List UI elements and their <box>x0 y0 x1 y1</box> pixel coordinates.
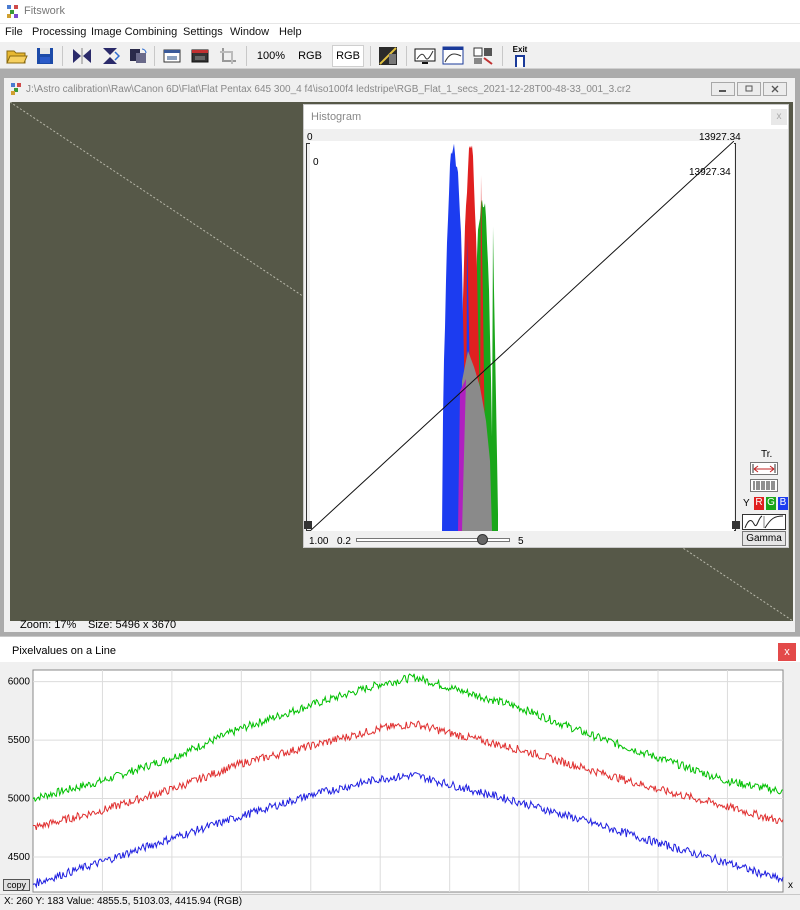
screen-stretch-button[interactable] <box>412 45 438 67</box>
curves-button[interactable] <box>376 45 400 67</box>
floppy-disk-icon <box>37 48 53 64</box>
exit-button[interactable]: Exit <box>508 45 532 67</box>
histogram-window-icon <box>442 46 464 65</box>
chart-y-tick-label: 5500 <box>8 735 31 746</box>
gamma-value: 1.00 <box>309 536 329 547</box>
monitor-icon <box>414 48 436 64</box>
restore-button[interactable] <box>737 82 761 96</box>
histogram-close-button[interactable]: x <box>771 109 787 125</box>
menu-settings[interactable]: Settings <box>183 26 223 38</box>
fitswork-logo-icon <box>7 5 18 18</box>
toolbar-separator <box>246 46 247 66</box>
channel-b-toggle[interactable]: B <box>778 497 788 510</box>
status-readout: X: 260 Y: 183 Value: 4855.5, 5103.03, 44… <box>4 896 243 907</box>
histogram-title: Histogram <box>311 111 362 123</box>
range-arrows-icon <box>752 464 776 473</box>
window-dark-icon <box>191 49 209 63</box>
gamma-button[interactable]: Gamma <box>742 531 786 546</box>
line-profile-close-button[interactable]: x <box>778 643 796 661</box>
menu-bar: File Processing Image Combining Settings… <box>0 24 800 42</box>
line-profile-chart: 5001000150020002500300035004000450050004… <box>8 669 793 908</box>
menu-window[interactable]: Window <box>230 26 269 38</box>
histogram-inner-max-label: 13927.34 <box>689 167 731 178</box>
open-button[interactable] <box>5 45 29 67</box>
toolbar-separator <box>406 46 407 66</box>
line-profile-caption: Pixelvalues on a Line x <box>0 636 800 662</box>
window-tool-2-button[interactable] <box>188 45 212 67</box>
transfer-label: Tr. <box>761 449 773 460</box>
window-image-icon <box>163 49 181 63</box>
toolbar-separator <box>502 46 503 66</box>
close-window-button[interactable] <box>763 82 787 96</box>
log-scale-button[interactable] <box>750 479 778 492</box>
zoom-100-button[interactable]: 100% <box>252 45 290 67</box>
histogram-inner-min-label: 0 <box>313 157 319 168</box>
line-profile-panel: Pixelvalues on a Line x 5001000150020002… <box>0 636 800 909</box>
app-title: Fitswork <box>24 5 65 17</box>
flip-vertical-icon <box>103 48 120 64</box>
menu-image-combining[interactable]: Image Combining <box>91 26 177 38</box>
minimize-icon <box>719 90 726 92</box>
histogram-window: Histogram x 0 13927.34 0 13927.34 1.00 0… <box>303 104 789 548</box>
restore-icon <box>745 85 753 92</box>
chart-y-tick-label: 4500 <box>8 852 31 863</box>
pixel-tool-button[interactable] <box>470 45 496 67</box>
histogram-plot[interactable] <box>309 140 735 532</box>
black-point-handle[interactable] <box>304 521 312 529</box>
app-title-bar: Fitswork <box>0 0 800 24</box>
histogram-svg <box>309 140 735 532</box>
histogram-transfer-curve <box>309 140 735 532</box>
gamma-slider-min: 0.2 <box>337 536 351 547</box>
image-statusbar: Zoom: 17% Size: 5496 x 3670 <box>4 619 795 632</box>
transfer-range-button[interactable] <box>750 462 778 475</box>
image-window-icon <box>11 83 21 95</box>
curve-shape-icon <box>744 515 784 529</box>
chart-y-tick-label: 5000 <box>8 794 31 805</box>
size-readout: Size: 5496 x 3670 <box>88 619 177 631</box>
toolbar-separator <box>370 46 371 66</box>
curves-icon <box>379 47 397 65</box>
white-point-handle[interactable] <box>732 521 740 529</box>
image-window-caption: J:\Astro calibration\Raw\Canon 6D\Flat\F… <box>4 78 795 100</box>
rotate-button[interactable] <box>126 45 150 67</box>
rotate-icon <box>130 48 147 63</box>
channel-r-toggle[interactable]: R <box>754 497 764 510</box>
status-bar: X: 260 Y: 183 Value: 4855.5, 5103.03, 44… <box>0 894 800 909</box>
rgb-button[interactable]: RGB <box>294 45 326 67</box>
zoom-readout: Zoom: 17% <box>20 619 77 631</box>
close-icon <box>771 85 779 93</box>
save-button[interactable] <box>33 45 57 67</box>
chart-y-tick-label: 6000 <box>8 677 31 688</box>
curve-mode-buttons[interactable] <box>742 514 786 530</box>
menu-help[interactable]: Help <box>279 26 302 38</box>
toolbar-separator <box>62 46 63 66</box>
minimize-button[interactable] <box>711 82 735 96</box>
menu-file[interactable]: File <box>5 26 23 38</box>
flip-vertical-button[interactable] <box>98 45 122 67</box>
exit-door-icon <box>515 54 525 67</box>
pixel-inspect-icon <box>473 47 493 65</box>
gamma-slider-thumb[interactable] <box>477 534 489 545</box>
toolbar-separator <box>154 46 155 66</box>
flip-horizontal-icon <box>73 48 91 64</box>
window-tool-button[interactable] <box>160 45 184 67</box>
flip-horizontal-button[interactable] <box>70 45 94 67</box>
barcode-icon <box>753 481 775 490</box>
copy-button[interactable]: copy <box>3 879 30 891</box>
image-window-title: J:\Astro calibration\Raw\Canon 6D\Flat\F… <box>26 84 631 95</box>
histogram-window-button[interactable] <box>440 45 466 67</box>
line-profile-title: Pixelvalues on a Line <box>12 645 116 657</box>
channel-y-label[interactable]: Y <box>743 498 750 509</box>
rgb-active-button[interactable]: RGB <box>332 45 364 67</box>
chart-plot-area <box>32 669 784 893</box>
crop-button[interactable] <box>216 45 240 67</box>
channel-g-toggle[interactable]: G <box>766 497 776 510</box>
folder-open-icon <box>6 50 28 64</box>
gamma-slider-max: 5 <box>518 536 524 547</box>
toolbar: 100% RGB RGB Exit <box>0 42 800 69</box>
menu-processing[interactable]: Processing <box>32 26 86 38</box>
crop-icon <box>220 48 236 64</box>
histogram-caption: Histogram x <box>304 105 788 129</box>
chart-x-axis-label: x <box>788 880 793 891</box>
